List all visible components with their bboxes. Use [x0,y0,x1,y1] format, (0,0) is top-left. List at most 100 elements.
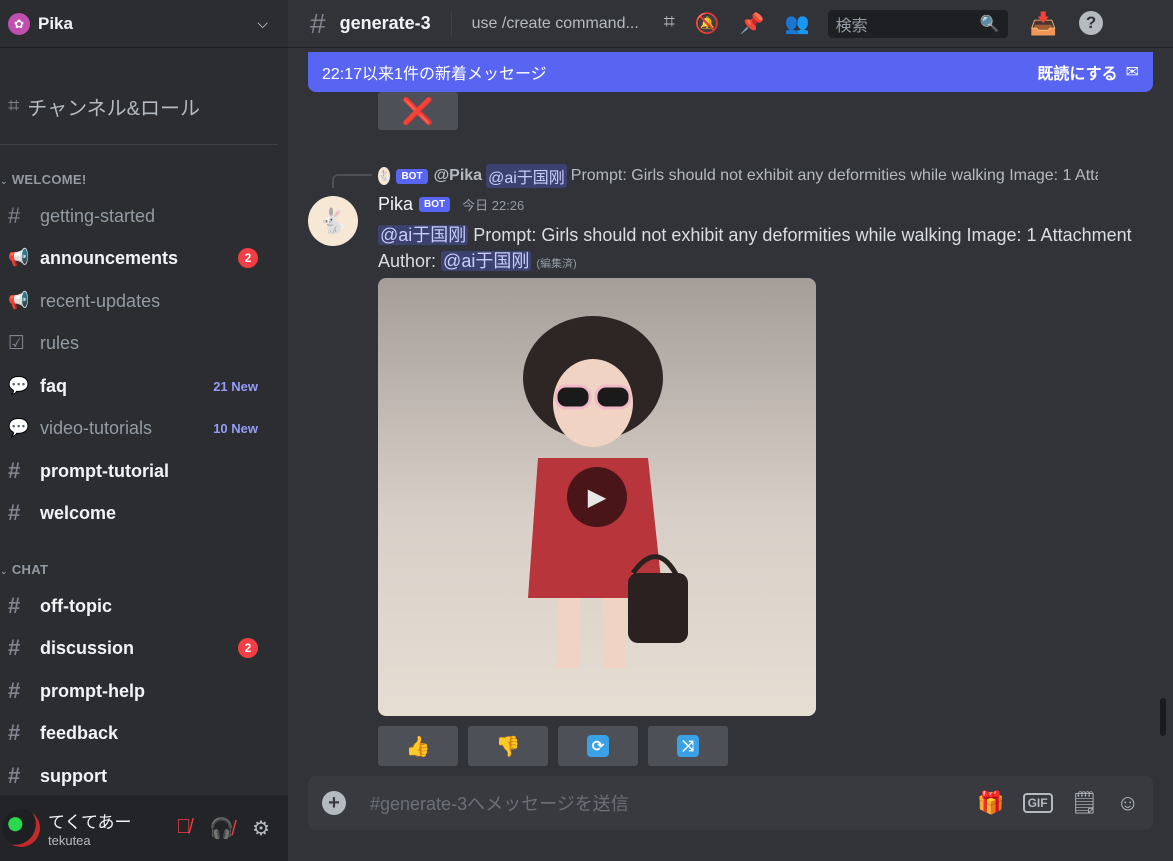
scrollbar-thumb[interactable] [1160,698,1166,736]
megaphone-icon: 📢 [8,291,30,310]
user-mention[interactable]: @ai于国刚 [486,164,567,188]
user-username: tekutea [48,833,91,848]
thumbs-up-button[interactable]: 👍 [378,726,458,766]
refresh-icon: ⟳ [587,735,609,757]
deafened-icon[interactable]: 🎧̸ [209,816,234,841]
hash-icon: # [8,720,21,745]
hash-icon: # [8,678,21,703]
channel-discussion[interactable]: # discussion 2 [0,630,278,666]
channel-label: video-tutorials [40,417,153,438]
help-icon[interactable]: ? [1079,10,1104,35]
user-avatar[interactable] [2,809,40,847]
new-messages-bar[interactable]: 22:17以来1件の新着メッセージ 既読にする ✉ [308,52,1153,92]
message-action-buttons: 👍 👎 ⟳ ⤨ [378,726,728,766]
hash-icon: # [8,635,21,660]
channel-rules[interactable]: ☑ rules [0,325,278,361]
bot-tag: BOT [396,168,428,184]
mention-badge: 2 [238,638,258,658]
channel-topic[interactable]: use /create command... [472,15,650,33]
channel-welcome[interactable]: # welcome [0,495,278,531]
channel-label: faq [40,375,67,396]
members-icon[interactable]: 👥 [785,11,810,36]
shuffle-icon: ⤨ [677,735,699,757]
channel-support[interactable]: # support [0,758,278,794]
channel-feedback[interactable]: # feedback [0,715,278,751]
channel-prompt-help[interactable]: # prompt-help [0,673,278,709]
thumbs-down-icon: 👎 [495,735,521,758]
channel-getting-started[interactable]: # getting-started [0,198,278,234]
search-input[interactable]: 検索 🔍 [827,9,1008,38]
channel-label: recent-updates [40,290,161,311]
add-attachment-icon[interactable]: + [322,791,346,815]
threads-icon[interactable]: ⌗ [664,11,675,36]
message-content: @ai于国刚 Prompt: Girls should not exhibit … [378,222,1138,277]
play-button[interactable]: ▶ [567,467,627,527]
new-messages-text: 22:17以来1件の新着メッセージ [322,66,547,83]
message-author[interactable]: Pika [378,194,413,215]
regenerate-button[interactable]: ⟳ [558,726,638,766]
divider [450,10,452,37]
user-mention[interactable]: @ai于国刚 [378,225,469,245]
channel-label: prompt-help [40,680,145,701]
pin-icon[interactable]: 📌 [740,11,765,36]
hash-icon: # [8,593,21,618]
sticker-icon[interactable]: 🗒 [1071,790,1099,816]
channel-label: welcome [40,502,117,523]
channel-label: off-topic [40,595,112,616]
mic-muted-icon[interactable]: 🎙̸ [176,816,191,841]
search-icon: 🔍 [979,15,1000,33]
channel-label: feedback [40,722,119,743]
hash-icon: # [310,7,326,39]
channel-label: prompt-tutorial [40,460,169,481]
message-composer: + #generate-3へメッセージを送信 🎁 GIF 🗒 ☺ [308,776,1153,830]
gif-button[interactable]: GIF [1022,793,1053,813]
message-input[interactable]: #generate-3へメッセージを送信 [370,790,977,816]
thumbs-down-button[interactable]: 👎 [468,726,548,766]
user-info[interactable]: てくてあー tekutea [48,808,131,848]
channel-label: announcements [40,247,179,268]
previous-message-button[interactable]: ❌ [378,92,458,130]
new-posts-badge: 10 New [213,420,258,436]
emoji-icon[interactable]: ☺ [1117,790,1139,816]
mention-badge: 2 [238,248,258,268]
mark-as-read-button[interactable]: 既読にする [1037,60,1117,84]
reply-preview[interactable]: 🐇 BOT @Pika @ai于国刚 Prompt: Girls should … [378,164,1098,188]
channel-faq[interactable]: 💬 faq 21 New [0,368,278,404]
chevron-down-icon[interactable]: ⌵ [257,15,268,32]
video-attachment[interactable]: ▶ [378,278,816,716]
search-placeholder: 検索 [835,17,868,35]
server-header[interactable]: ✿ Pika ⌵ [0,0,288,48]
notifications-muted-icon[interactable]: 🔕 [695,11,720,36]
reply-connector [332,174,372,188]
forum-icon: 💬 [8,376,30,395]
category-welcome[interactable]: ⌄ WELCOME! [0,172,86,187]
category-label: CHAT [11,562,49,577]
browse-channels-button[interactable]: ⌗ チャンネル&ロール [8,92,200,121]
new-posts-badge: 21 New [213,378,258,394]
browse-channels-label: チャンネル&ロール [27,98,201,120]
play-icon: ▶ [587,483,607,511]
category-chat[interactable]: ⌄ CHAT [0,562,48,577]
channel-header: # generate-3 use /create command... ⌗ 🔕 … [288,0,1173,48]
channel-off-topic[interactable]: # off-topic [0,588,278,624]
server-name: Pika [38,13,73,33]
bot-avatar[interactable]: 🐇 [308,196,358,246]
cross-mark-icon: ❌ [401,95,435,126]
channel-recent-updates[interactable]: 📢 recent-updates [0,283,278,319]
channel-video-tutorials[interactable]: 💬 video-tutorials 10 New [0,410,278,446]
gift-icon[interactable]: 🎁 [977,790,1004,816]
gear-icon[interactable]: ⚙ [252,816,270,841]
mark-read-icon: ✉ [1125,64,1139,81]
channel-title: generate-3 [339,13,431,33]
channel-announcements[interactable]: 📢 announcements 2 [0,240,278,276]
hash-icon: # [8,458,21,483]
hash-icon: # [8,763,21,788]
channel-prompt-tutorial[interactable]: # prompt-tutorial [0,453,278,489]
category-label: WELCOME! [11,172,87,187]
reply-avatar: 🐇 [378,167,391,185]
megaphone-icon: 📢 [8,248,30,267]
author-mention[interactable]: @ai于国刚 [441,251,532,271]
inbox-icon[interactable]: 📥 [1030,11,1057,37]
shuffle-button[interactable]: ⤨ [648,726,728,766]
channel-sidebar: ✿ Pika ⌵ ⌗ チャンネル&ロール ⌄ WELCOME! # getting-… [0,0,288,861]
